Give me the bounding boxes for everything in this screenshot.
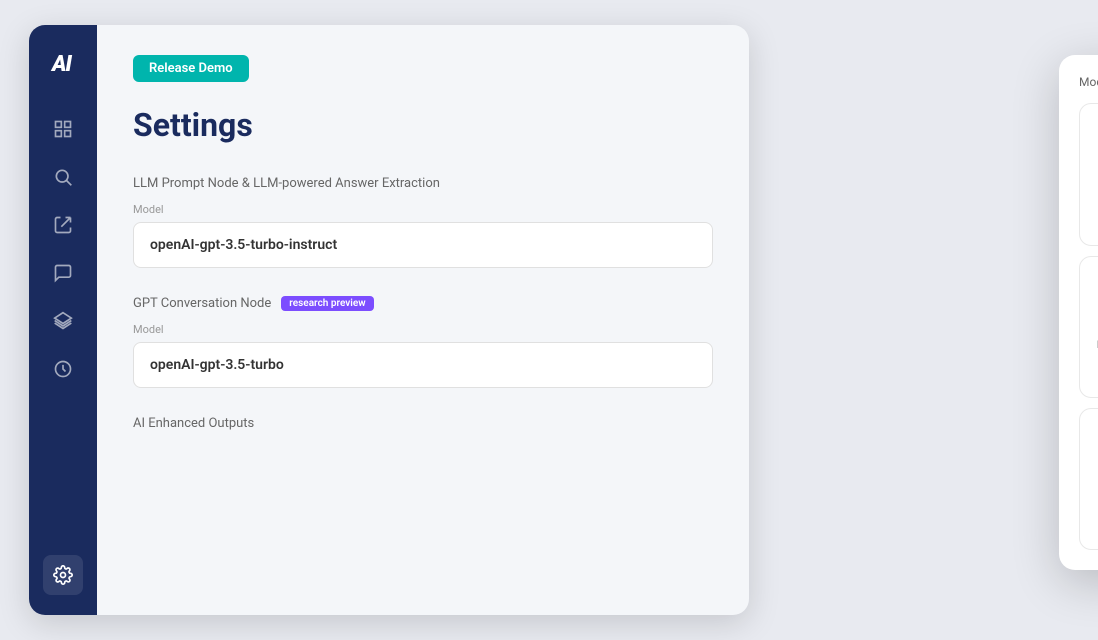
gpt-model-label: Model (133, 323, 713, 336)
llm-model-value[interactable]: openAI-gpt-3.5-turbo-instruct (133, 222, 713, 268)
llm-section-title: LLM Prompt Node & LLM-powered Answer Ext… (133, 176, 713, 191)
sidebar-item-export[interactable] (43, 205, 83, 245)
model-grid: A gpt-3.5-turbo (ChatGPT) Advanced GPT-3… (1079, 103, 1098, 550)
sidebar-item-settings[interactable] (43, 555, 83, 595)
sidebar-item-search[interactable] (43, 157, 83, 197)
model-card-gpt4[interactable]: A gpt-4 Latest and largest GPT 4 chat mo… (1079, 256, 1098, 398)
main-window: AI (29, 25, 749, 615)
model-desc-3: Latest and largest GPT 4 chat model used… (1090, 339, 1098, 381)
main-content: Release Demo Settings LLM Prompt Node & … (97, 25, 749, 615)
model-name-5: gpt-3.5-turbo (ChatGPT) (1090, 471, 1098, 502)
outer-container: AI (29, 25, 1069, 615)
gpt-model-value[interactable]: openAI-gpt-3.5-turbo (133, 342, 713, 388)
sidebar-item-layers[interactable] (43, 301, 83, 341)
app-logo: AI (45, 45, 81, 81)
llm-model-label: Model (133, 203, 713, 216)
model-type-panel: Model Type * (1059, 55, 1098, 570)
gpt-section-title: GPT Conversation Node research preview (133, 296, 713, 311)
release-demo-badge: Release Demo (133, 55, 249, 82)
gpt-section: GPT Conversation Node research preview M… (133, 296, 713, 388)
llm-section: LLM Prompt Node & LLM-powered Answer Ext… (133, 176, 713, 268)
model-name-1: gpt-3.5-turbo (ChatGPT) (1090, 166, 1098, 197)
svg-text:AI: AI (50, 52, 73, 77)
model-name-3: gpt-4 (1090, 319, 1098, 335)
model-card-gpt35-chatgpt[interactable]: A gpt-3.5-turbo (ChatGPT) Advanced GPT-3… (1079, 103, 1098, 246)
page-title: Settings (133, 106, 713, 144)
model-card-gpt35-openai[interactable]: gpt-3.5-turbo (ChatGPT) Advanced GPT-3.5… (1079, 408, 1098, 550)
sidebar-item-chat[interactable] (43, 253, 83, 293)
sidebar-item-clock[interactable] (43, 349, 83, 389)
sidebar-item-grid[interactable] (43, 109, 83, 149)
sidebar: AI (29, 25, 97, 615)
research-preview-badge: research preview (281, 296, 373, 311)
ai-enhanced-label: AI Enhanced Outputs (133, 416, 713, 431)
model-desc-1: Advanced GPT-3.5 chat model used in Chat… (1090, 202, 1098, 230)
model-panel-title: Model Type * (1079, 75, 1098, 89)
model-desc-5: Advanced GPT-3.5 chat model used in Chat… (1090, 507, 1098, 535)
